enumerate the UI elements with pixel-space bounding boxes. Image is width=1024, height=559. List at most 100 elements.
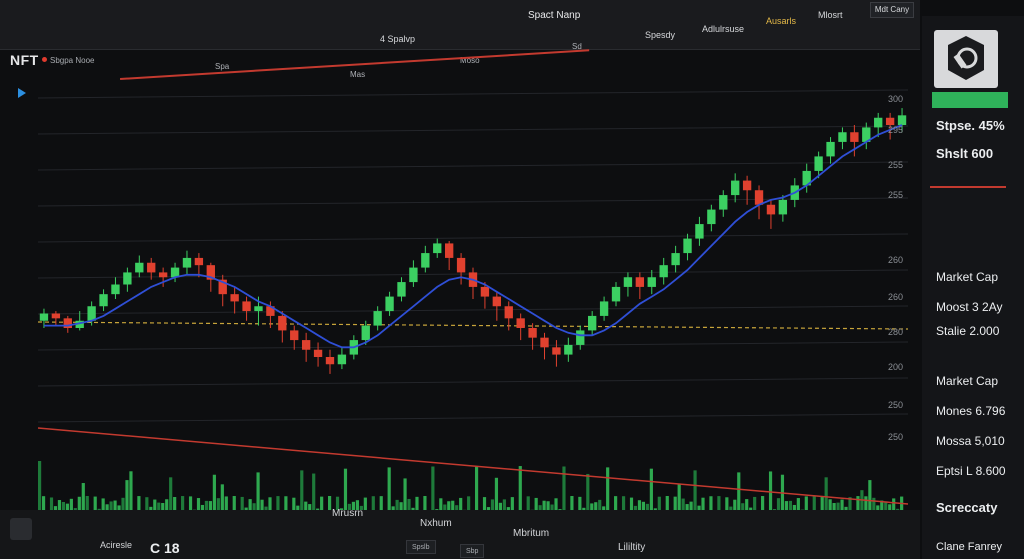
candle-body <box>385 296 394 312</box>
candle-body <box>421 253 430 268</box>
candle-body <box>647 277 656 287</box>
candle-body <box>707 209 716 225</box>
grid-line <box>37 89 909 99</box>
x-label-1: Nxhum <box>420 518 452 529</box>
x-label-0: Mrusrn <box>332 508 364 519</box>
logo-subtitle: Sbgpa Nooe <box>50 56 95 65</box>
candle-body <box>444 243 454 258</box>
grid-line <box>37 413 909 423</box>
screen-label: Screccaty <box>936 500 998 515</box>
candle-body <box>63 318 72 328</box>
y-tick-label: 260 <box>888 292 904 302</box>
candle-body <box>874 117 883 128</box>
market-row-4: Mossa 5,010 <box>936 434 1005 448</box>
candle-body <box>623 277 633 287</box>
status-bar <box>932 92 1008 108</box>
candle-body <box>480 286 490 297</box>
candle-body <box>540 337 549 348</box>
candle-body <box>897 115 907 125</box>
y-tick-label: 260 <box>888 255 904 265</box>
grid-line <box>37 125 909 135</box>
subtab-1[interactable]: Mas <box>350 70 365 79</box>
footer-button-1[interactable]: Sbp <box>460 544 485 558</box>
candle-body <box>838 132 847 142</box>
x-label-2: Mbritum <box>513 528 550 539</box>
candle-body <box>719 195 728 210</box>
candle-body <box>659 265 668 278</box>
candle-body <box>135 262 144 273</box>
candle-body <box>254 306 263 312</box>
candle-body <box>397 282 406 297</box>
y-tick-label: 280 <box>888 327 904 337</box>
candle-body <box>778 199 788 215</box>
tab-item-2[interactable]: Adlulrsuse <box>702 24 744 34</box>
y-tick-label: 250 <box>888 400 904 410</box>
candle-body <box>731 180 740 196</box>
y-tick-label: 200 <box>888 362 904 372</box>
price-chart[interactable] <box>37 86 918 536</box>
candle-body <box>814 156 823 171</box>
candle-body <box>290 330 299 341</box>
candle-body <box>552 347 561 355</box>
footer-price: C 18 <box>150 540 180 556</box>
market-row-1: Moost 3 2Ay <box>936 300 1003 314</box>
chart-canvas <box>37 89 909 526</box>
candle-body <box>564 344 573 355</box>
grid-line <box>37 233 909 243</box>
grid-line <box>37 377 909 387</box>
candle-body <box>528 328 537 338</box>
candle-body <box>635 277 645 287</box>
candle-body <box>87 306 96 321</box>
volume-red-line <box>37 427 909 505</box>
tab-item-1[interactable]: Spesdy <box>645 30 675 40</box>
candle-body <box>683 238 692 254</box>
tab-item-4[interactable]: Mlosrt <box>818 10 843 20</box>
candle-body <box>826 141 835 157</box>
candle-body <box>313 349 323 357</box>
candle-body <box>301 340 311 350</box>
subtab-0[interactable]: Spa <box>215 62 229 71</box>
y-tick-label: 255 <box>888 190 904 200</box>
candle-body <box>242 301 251 312</box>
left-sidebar <box>0 100 40 510</box>
market-row-3: Mones 6.796 <box>936 404 1006 418</box>
candle-body <box>516 318 525 328</box>
candle-body <box>576 330 585 345</box>
grid-line <box>37 341 909 351</box>
tab-center-title[interactable]: Spact Nanp <box>528 10 580 21</box>
divider-red <box>930 186 1006 188</box>
tab-item-0[interactable]: 4 Spalvp <box>380 34 415 44</box>
candle-body <box>742 180 752 191</box>
right-panel: Stpse. 45% Shslt 600 Market Cap Moost 3 … <box>922 16 1024 559</box>
tab-item-5[interactable]: Mdt Cany <box>870 2 914 18</box>
market-cap-title-1: Market Cap <box>936 270 999 284</box>
market-row-5: Eptsi L 8.600 <box>936 464 1006 478</box>
logo-dot-icon <box>42 57 47 62</box>
stat-1-label: Stpse. 45% <box>936 118 1005 133</box>
x-label-3: Lililtity <box>618 542 646 553</box>
play-icon[interactable] <box>18 88 26 98</box>
candle-body <box>373 311 382 326</box>
candle-body <box>671 253 680 266</box>
candle-body <box>111 284 120 295</box>
candle-body <box>147 262 156 273</box>
tab-item-3[interactable]: Ausarls <box>766 16 796 26</box>
candle-body <box>504 306 513 319</box>
candle-body <box>337 354 347 365</box>
candle-body <box>325 357 335 365</box>
stat-2-label: Shslt 600 <box>936 146 994 161</box>
candle-body <box>123 272 132 285</box>
footer-button-0[interactable]: Spslb <box>406 540 436 554</box>
candle-body <box>230 294 239 302</box>
candle-body <box>194 257 204 266</box>
reference-line <box>37 321 909 330</box>
y-tick-label: 255 <box>888 160 904 170</box>
app-logo: NFT <box>10 52 39 68</box>
grid-line <box>37 305 909 315</box>
footer-square-icon[interactable] <box>10 518 32 540</box>
brand-logo-icon[interactable] <box>934 30 998 88</box>
market-cap-title-2: Market Cap <box>936 374 999 388</box>
panel-footer: Clane Fanrey <box>936 541 1003 553</box>
candle-body <box>885 117 895 125</box>
candle-body <box>409 267 418 283</box>
